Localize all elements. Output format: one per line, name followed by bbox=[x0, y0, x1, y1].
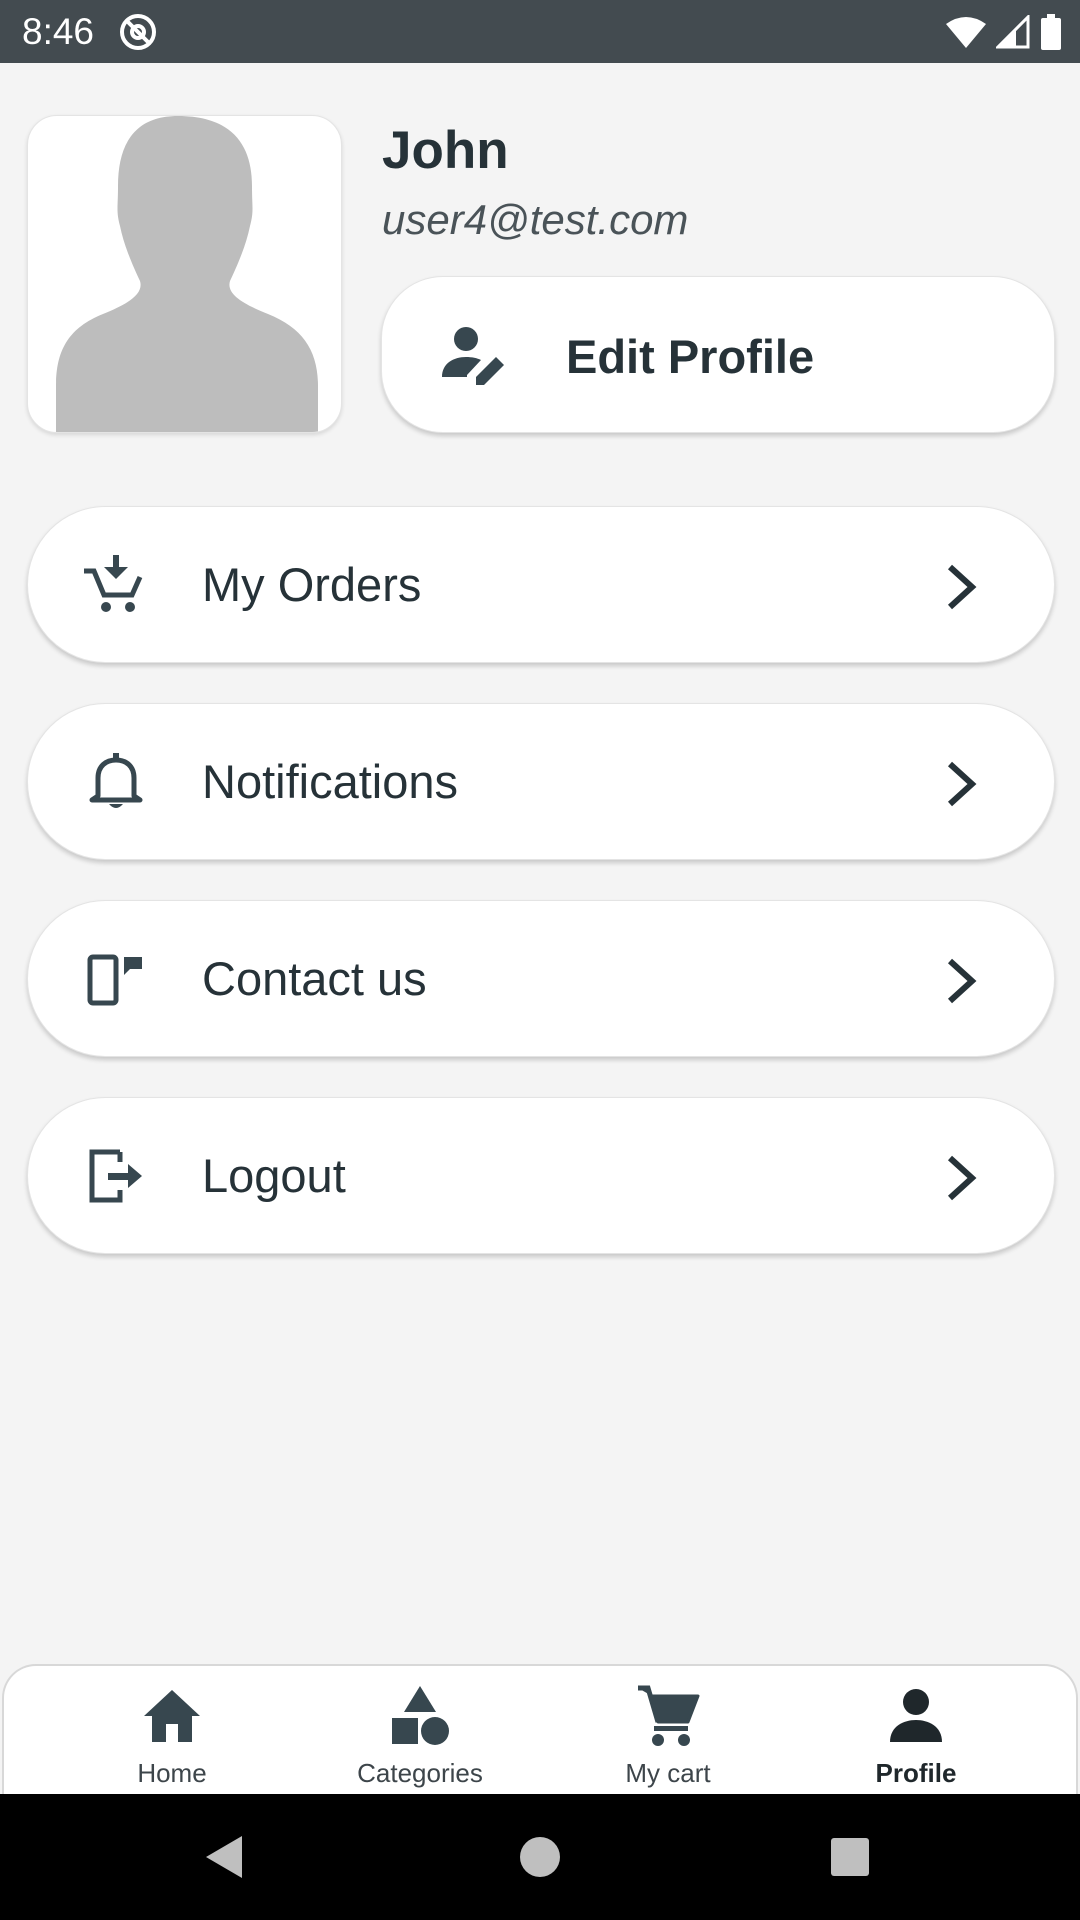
nav-item-home[interactable]: Home bbox=[72, 1666, 272, 1796]
nav-item-categories[interactable]: Categories bbox=[320, 1666, 520, 1796]
edit-profile-label: Edit Profile bbox=[566, 330, 815, 383]
home-icon bbox=[144, 1690, 200, 1742]
shapes-icon bbox=[392, 1686, 449, 1745]
cart-download-icon bbox=[84, 555, 143, 612]
wifi-icon bbox=[946, 17, 986, 48]
edit-user-icon bbox=[442, 327, 504, 385]
menu-item-label: Contact us bbox=[202, 952, 427, 1005]
signal-icon bbox=[996, 15, 1030, 49]
back-icon[interactable] bbox=[200, 1832, 250, 1882]
nav-item-profile[interactable]: Profile bbox=[816, 1666, 1016, 1796]
bottom-navigation: Home Categories My cart Profile bbox=[2, 1664, 1078, 1794]
avatar[interactable] bbox=[27, 115, 342, 433]
status-icons bbox=[946, 13, 1062, 51]
nav-label: Home bbox=[137, 1758, 207, 1788]
person-silhouette-icon bbox=[56, 116, 318, 432]
system-navigation-bar bbox=[0, 1794, 1080, 1920]
user-email: user4@test.com bbox=[382, 196, 689, 243]
chevron-right-icon bbox=[947, 1155, 977, 1201]
phone-message-icon bbox=[87, 954, 142, 1006]
bell-icon bbox=[89, 753, 143, 808]
logout-icon bbox=[89, 1149, 142, 1203]
status-time: 8:46 bbox=[22, 11, 95, 52]
recents-icon[interactable] bbox=[825, 1832, 875, 1882]
menu-item-my-orders[interactable]: My Orders bbox=[27, 506, 1055, 663]
nav-label: Categories bbox=[357, 1758, 483, 1788]
chevron-right-icon bbox=[947, 564, 977, 610]
user-name: John bbox=[382, 121, 509, 180]
menu-item-contact-us[interactable]: Contact us bbox=[27, 900, 1055, 1057]
status-bar: 8:46 bbox=[0, 0, 1080, 63]
at-sign-icon bbox=[120, 14, 156, 50]
menu-item-notifications[interactable]: Notifications bbox=[27, 703, 1055, 860]
chevron-right-icon bbox=[947, 958, 977, 1004]
menu-item-label: My Orders bbox=[202, 558, 422, 611]
edit-profile-button[interactable]: Edit Profile bbox=[381, 276, 1055, 433]
battery-icon bbox=[1041, 14, 1061, 50]
nav-label: Profile bbox=[875, 1758, 957, 1788]
person-icon bbox=[890, 1689, 942, 1742]
nav-item-my-cart[interactable]: My cart bbox=[568, 1666, 768, 1796]
chevron-right-icon bbox=[947, 761, 977, 807]
menu-item-logout[interactable]: Logout bbox=[27, 1097, 1055, 1254]
menu-item-label: Logout bbox=[202, 1149, 346, 1202]
cart-icon bbox=[638, 1685, 700, 1746]
nav-label: My cart bbox=[625, 1758, 711, 1788]
home-circle-icon[interactable] bbox=[515, 1832, 565, 1882]
menu-item-label: Notifications bbox=[202, 755, 458, 808]
